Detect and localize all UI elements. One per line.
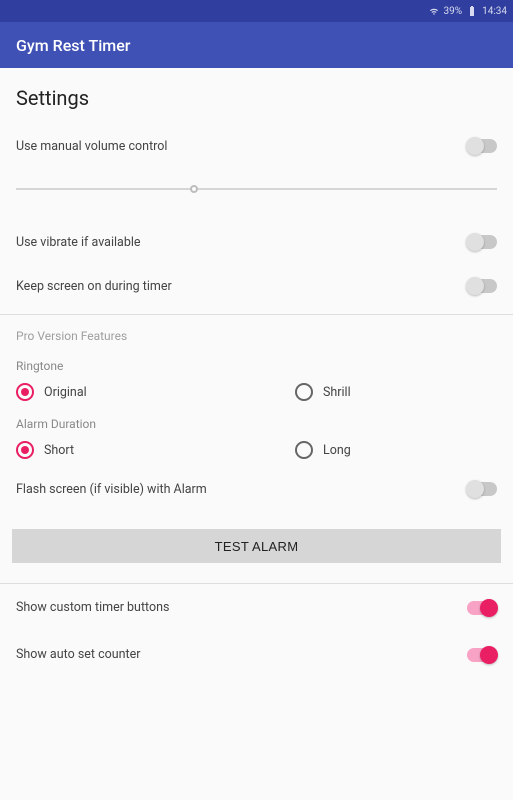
radio-icon[interactable] <box>295 441 313 459</box>
vibrate-row[interactable]: Use vibrate if available <box>0 220 513 264</box>
radio-label: Short <box>44 443 74 458</box>
flash-screen-switch[interactable] <box>467 482 497 496</box>
pro-header: Pro Version Features <box>0 315 513 351</box>
settings-content: Settings Use manual volume control Use v… <box>0 68 513 678</box>
radio-label: Original <box>44 385 87 400</box>
slider-thumb-icon[interactable] <box>190 185 198 193</box>
radio-icon[interactable] <box>295 383 313 401</box>
manual-volume-row[interactable]: Use manual volume control <box>0 124 513 168</box>
duration-radio-group: Short Long <box>0 437 513 467</box>
auto-set-row[interactable]: Show auto set counter <box>0 631 513 678</box>
custom-buttons-switch[interactable] <box>467 601 497 615</box>
wifi-icon <box>428 5 440 17</box>
keep-screen-label: Keep screen on during timer <box>16 279 172 294</box>
clock-time: 14:34 <box>482 6 507 17</box>
ringtone-shrill[interactable]: Shrill <box>295 383 497 401</box>
vibrate-label: Use vibrate if available <box>16 235 141 250</box>
custom-buttons-row[interactable]: Show custom timer buttons <box>0 584 513 631</box>
vibrate-switch[interactable] <box>467 235 497 249</box>
ringtone-label: Ringtone <box>0 351 513 379</box>
app-bar: Gym Rest Timer <box>0 22 513 68</box>
duration-long[interactable]: Long <box>295 441 497 459</box>
radio-label: Long <box>323 443 351 458</box>
flash-screen-label: Flash screen (if visible) with Alarm <box>16 482 207 497</box>
auto-set-switch[interactable] <box>467 648 497 662</box>
radio-icon[interactable] <box>16 383 34 401</box>
auto-set-label: Show auto set counter <box>16 647 141 662</box>
ringtone-radio-group: Original Shrill <box>0 379 513 409</box>
manual-volume-switch[interactable] <box>467 139 497 153</box>
battery-percent: 39% <box>444 6 463 17</box>
radio-icon[interactable] <box>16 441 34 459</box>
flash-screen-row[interactable]: Flash screen (if visible) with Alarm <box>0 467 513 511</box>
test-alarm-wrap: TEST ALARM <box>0 511 513 577</box>
app-title: Gym Rest Timer <box>16 36 130 55</box>
ringtone-original[interactable]: Original <box>16 383 295 401</box>
manual-volume-label: Use manual volume control <box>16 139 167 154</box>
duration-label: Alarm Duration <box>0 409 513 437</box>
duration-short[interactable]: Short <box>16 441 295 459</box>
radio-label: Shrill <box>323 385 351 400</box>
keep-screen-row[interactable]: Keep screen on during timer <box>0 264 513 308</box>
test-alarm-button[interactable]: TEST ALARM <box>12 529 501 563</box>
page-title: Settings <box>0 68 513 124</box>
battery-icon <box>466 5 478 17</box>
volume-slider[interactable] <box>16 188 497 190</box>
volume-slider-wrap <box>0 168 513 220</box>
status-bar: 39% 14:34 <box>0 0 513 22</box>
custom-buttons-label: Show custom timer buttons <box>16 600 169 615</box>
keep-screen-switch[interactable] <box>467 279 497 293</box>
